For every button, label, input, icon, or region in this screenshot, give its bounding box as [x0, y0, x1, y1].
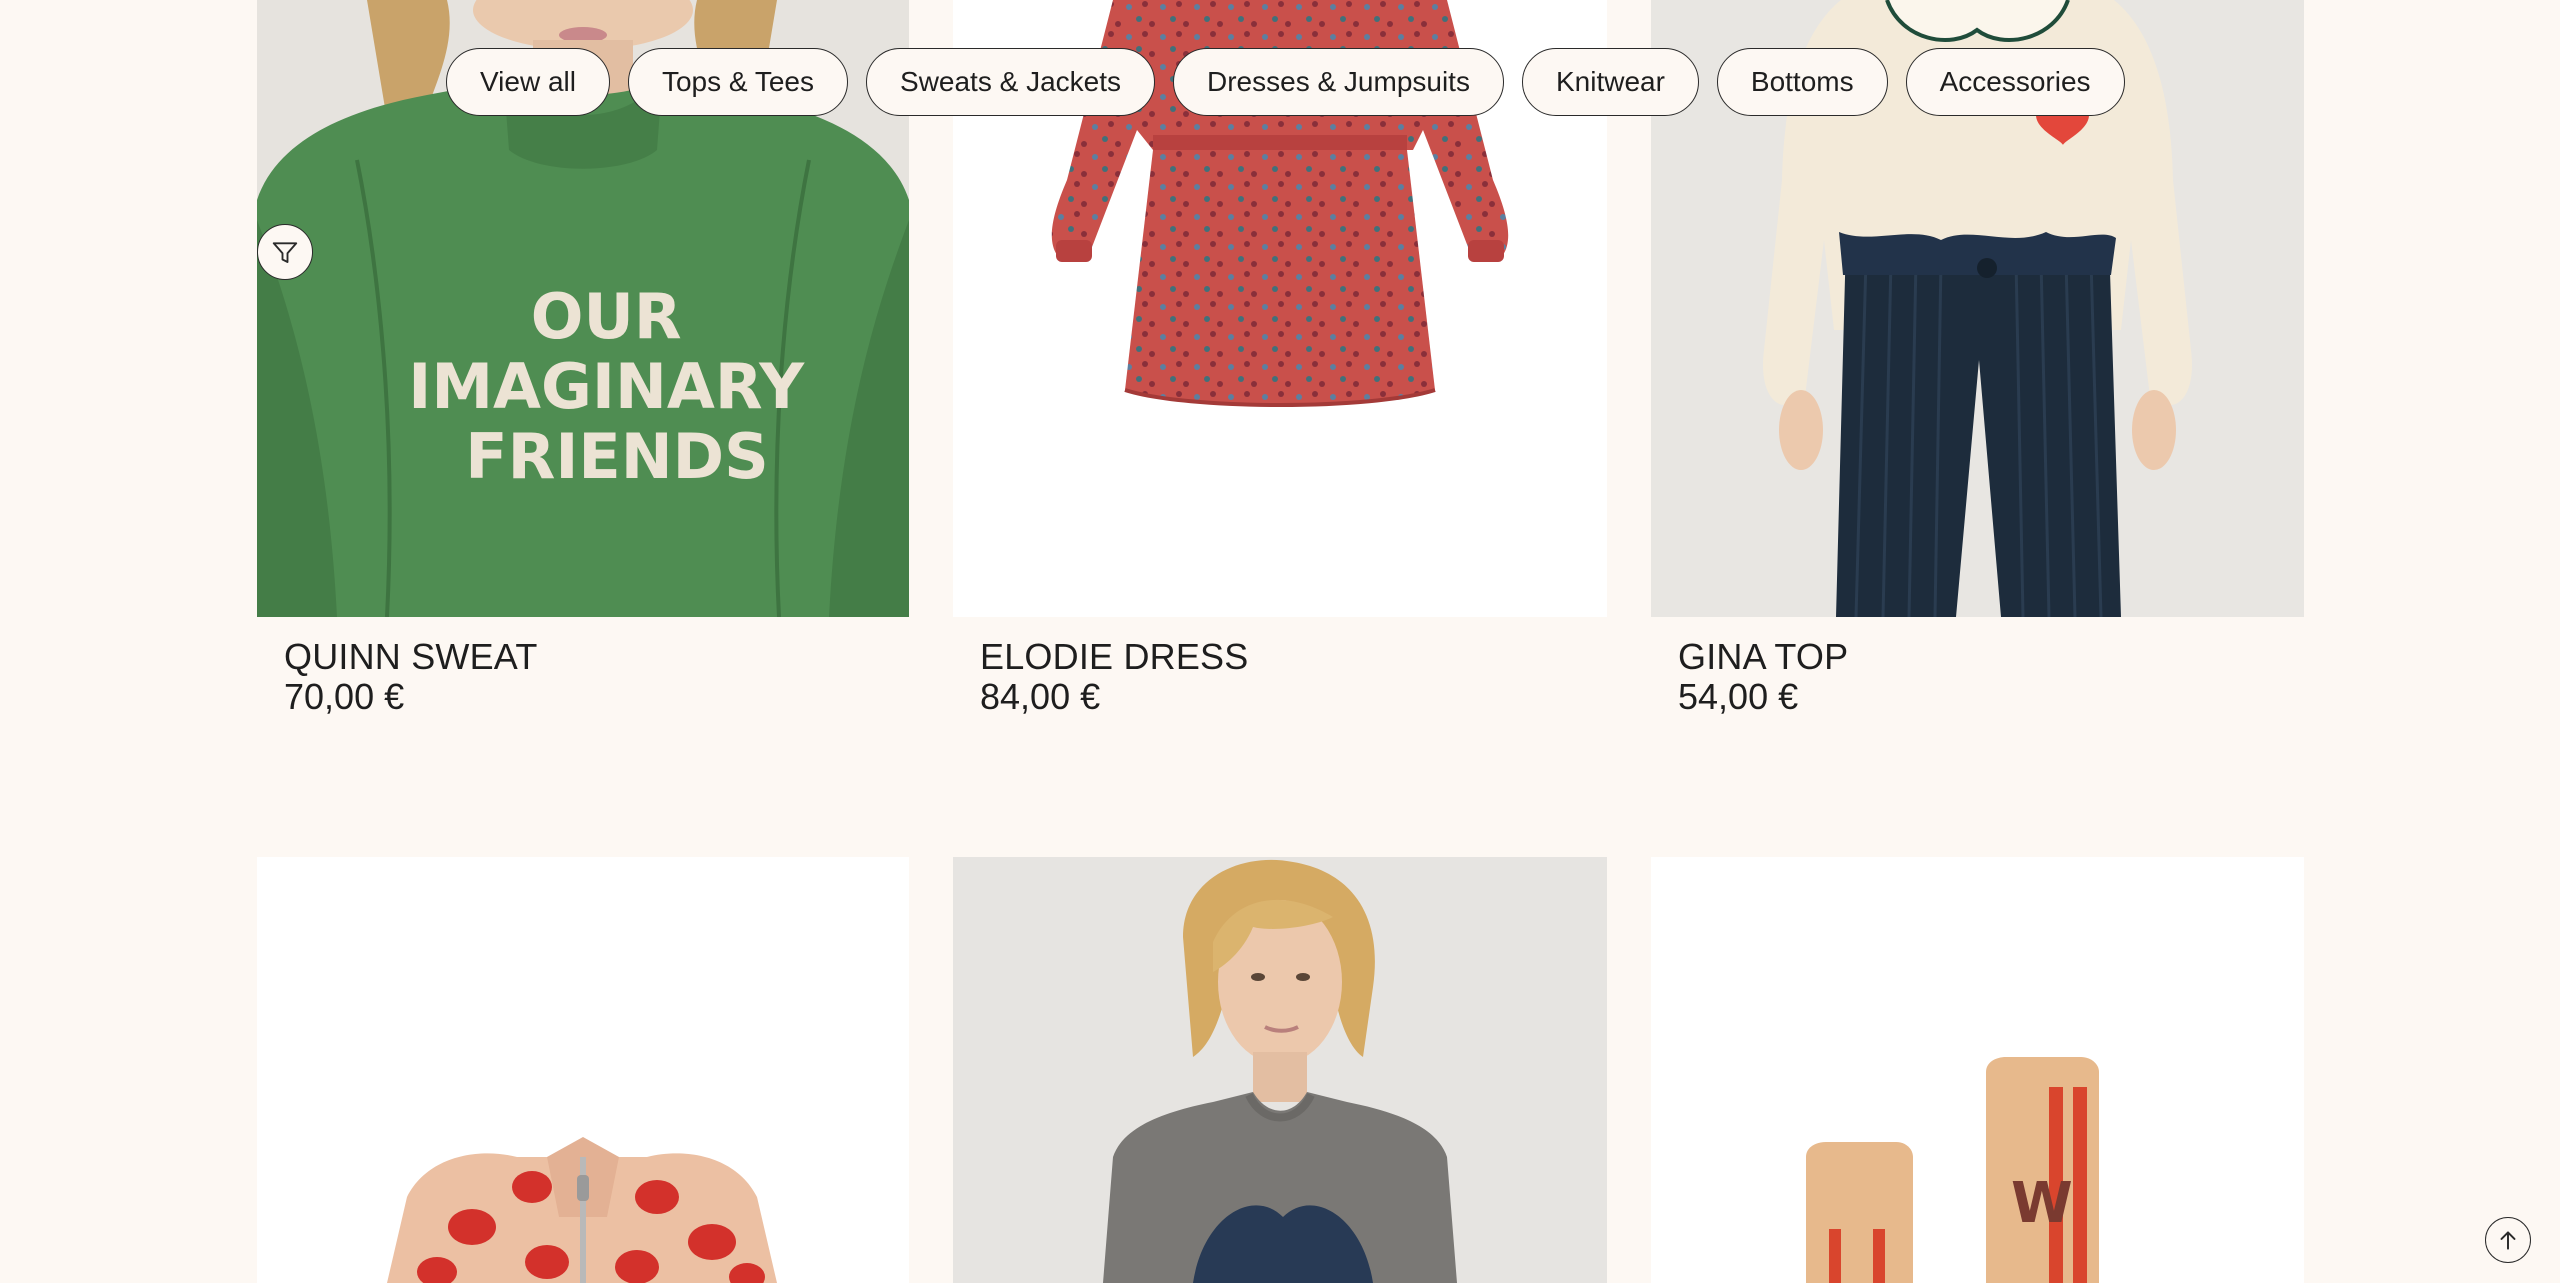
- product-card[interactable]: [953, 857, 1607, 1283]
- product-price: 84,00 €: [980, 676, 1101, 717]
- filter-pill-tops-tees[interactable]: Tops & Tees: [627, 48, 849, 116]
- filter-pill-accessories[interactable]: Accessories: [1905, 48, 2125, 116]
- product-name[interactable]: QUINN SWEAT: [284, 637, 538, 677]
- product-listing-page: OUR IMAGINARY FRIENDS QUINN SWEAT 70,00 …: [0, 0, 2560, 1283]
- product-name[interactable]: ELODIE DRESS: [980, 637, 1248, 677]
- back-to-top-button[interactable]: [2485, 1217, 2531, 1263]
- filter-pill-knitwear[interactable]: Knitwear: [1521, 48, 1699, 116]
- product-image[interactable]: [257, 857, 909, 1283]
- product-price: 54,00 €: [1678, 676, 1799, 717]
- fleece-jacket-photo: [257, 857, 909, 1283]
- filter-pill-bottoms[interactable]: Bottoms: [1716, 48, 1888, 116]
- grey-tee-photo: [953, 857, 1607, 1283]
- product-card[interactable]: [257, 857, 909, 1283]
- product-card[interactable]: W: [1651, 857, 2304, 1283]
- product-image[interactable]: [953, 857, 1607, 1283]
- filter-pill-sweats-jackets[interactable]: Sweats & Jackets: [866, 48, 1155, 116]
- filter-pill-view-all[interactable]: View all: [446, 48, 610, 116]
- arrow-up-icon: [2500, 1231, 2516, 1250]
- socks-photo: W: [1651, 857, 2304, 1283]
- filter-funnel-icon: [272, 242, 298, 263]
- filter-button[interactable]: [257, 224, 313, 280]
- filter-pill-dresses-jumpsuits[interactable]: Dresses & Jumpsuits: [1173, 48, 1504, 116]
- category-filter-bar: View all Tops & Tees Sweats & Jackets Dr…: [446, 48, 2125, 116]
- product-image[interactable]: W: [1651, 857, 2304, 1283]
- sock-letter: W: [2011, 1171, 2073, 1236]
- product-price: 70,00 €: [284, 676, 405, 717]
- product-name[interactable]: GINA TOP: [1678, 637, 1848, 677]
